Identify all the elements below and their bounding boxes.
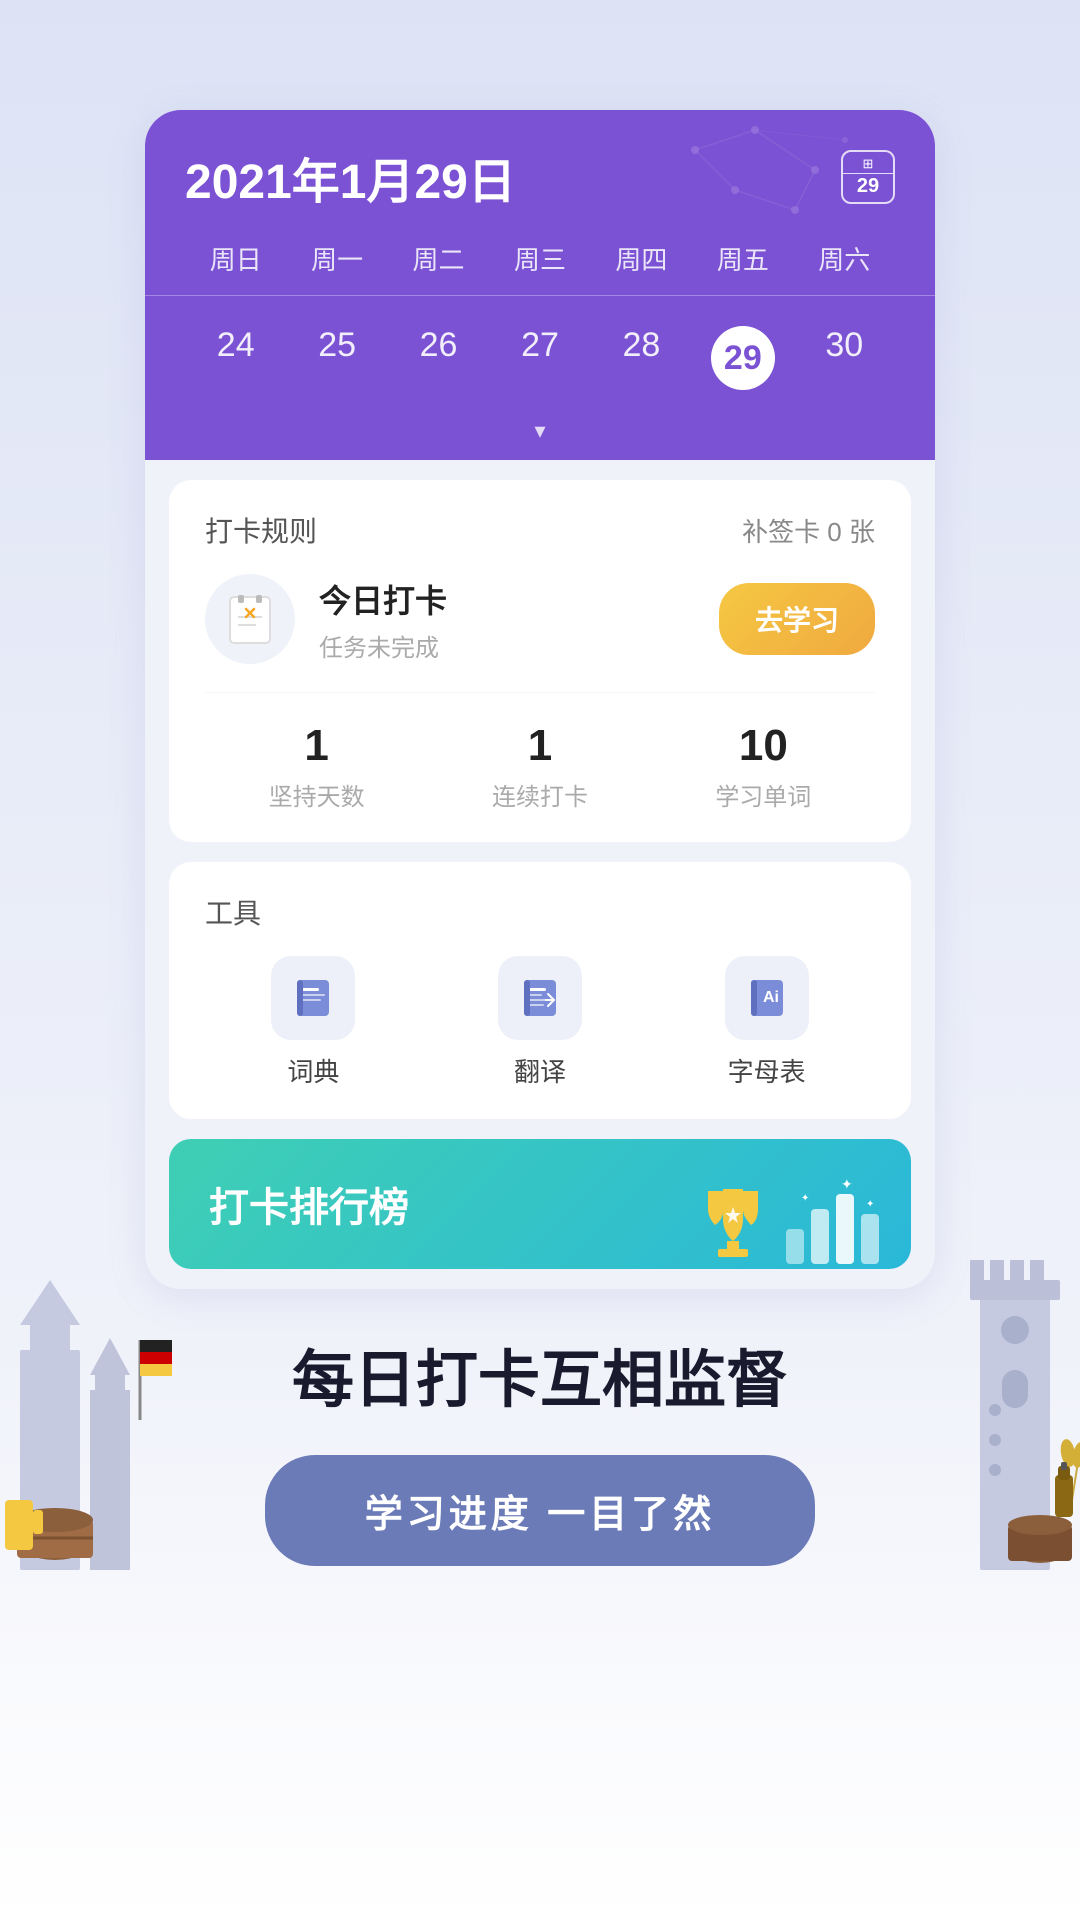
checkin-card-header: 打卡规则 补签卡 0 张: [205, 510, 875, 550]
bottom-cta-button[interactable]: 学习进度 一目了然: [265, 1455, 816, 1566]
ranking-decoration: ✦ ✦ ✦: [693, 1179, 881, 1269]
stat-label-3: 学习单词: [652, 777, 875, 812]
svg-text:Ai: Ai: [763, 989, 779, 1006]
translate-icon: [498, 956, 582, 1040]
calendar-dates: 24 25 26 27 28 29 30: [185, 296, 895, 410]
bottom-title: 每日打卡互相监督: [292, 1329, 788, 1419]
tool-dictionary-label: 词典: [287, 1052, 339, 1089]
stat-words: 10 学习单词: [652, 721, 875, 812]
weekday-wed: 周三: [489, 232, 590, 285]
date-26[interactable]: 26: [388, 314, 489, 402]
calendar-collapse-arrow[interactable]: ▾: [185, 410, 895, 460]
calendar-title: 2021年1月29日: [185, 142, 516, 212]
tool-translate-label: 翻译: [514, 1052, 566, 1089]
date-25[interactable]: 25: [286, 314, 387, 402]
svg-text:✦: ✦: [841, 1179, 853, 1192]
date-24[interactable]: 24: [185, 314, 286, 402]
ranking-banner[interactable]: 打卡排行榜: [169, 1139, 911, 1269]
date-27[interactable]: 27: [489, 314, 590, 402]
stats-row: 1 坚持天数 1 连续打卡 10 学习单词: [205, 692, 875, 812]
checkin-row: 今日打卡 任务未完成 去学习: [205, 574, 875, 664]
stat-label-1: 坚持天数: [205, 777, 428, 812]
tool-translate[interactable]: 翻译: [432, 956, 649, 1089]
go-study-button[interactable]: 去学习: [719, 583, 875, 655]
weekday-sun: 周日: [185, 232, 286, 285]
checkin-card: 打卡规则 补签卡 0 张: [169, 480, 911, 842]
tools-title: 工具: [205, 892, 875, 932]
phone-card: 2021年1月29日 ⊞ 29 周日 周一 周二 周三 周四 周五 周六 24 …: [145, 110, 935, 1289]
bottom-section: 每日打卡互相监督 学习进度 一目了然: [0, 1289, 1080, 1626]
date-30[interactable]: 30: [794, 314, 895, 402]
content-area: 打卡规则 补签卡 0 张: [145, 480, 935, 1269]
supplement-card-label: 补签卡 0 张: [742, 512, 875, 549]
checkin-sub-text: 任务未完成: [319, 628, 695, 663]
weekday-mon: 周一: [286, 232, 387, 285]
stat-label-2: 连续打卡: [428, 777, 651, 812]
stat-num-1: 1: [205, 721, 428, 771]
tool-alphabet-label: 字母表: [728, 1052, 806, 1089]
network-decoration: [655, 120, 855, 240]
checkin-rules-label: 打卡规则: [205, 510, 317, 550]
dictionary-icon: [271, 956, 355, 1040]
checkin-main-text: 今日打卡: [319, 576, 695, 622]
stat-consecutive: 1 连续打卡: [428, 721, 651, 812]
svg-text:✦: ✦: [866, 1199, 874, 1210]
calendar-header: 2021年1月29日 ⊞ 29 周日 周一 周二 周三 周四 周五 周六 24 …: [145, 110, 935, 460]
checkin-info: 今日打卡 任务未完成: [319, 576, 695, 663]
alphabet-icon: Ai: [725, 956, 809, 1040]
tools-grid: 词典: [205, 956, 875, 1089]
date-29-active[interactable]: 29: [692, 314, 793, 402]
calendar-icon-date: 29: [857, 174, 879, 198]
checkin-icon: [205, 574, 295, 664]
stat-persist-days: 1 坚持天数: [205, 721, 428, 812]
tool-alphabet[interactable]: Ai 字母表: [658, 956, 875, 1089]
date-28[interactable]: 28: [591, 314, 692, 402]
ranking-text: 打卡排行榜: [209, 1175, 409, 1233]
stat-num-2: 1: [428, 721, 651, 771]
active-date-bubble: 29: [711, 326, 775, 390]
svg-text:✦: ✦: [801, 1193, 809, 1204]
weekday-tue: 周二: [388, 232, 489, 285]
tools-card: 工具 词典: [169, 862, 911, 1119]
stat-num-3: 10: [652, 721, 875, 771]
tool-dictionary[interactable]: 词典: [205, 956, 422, 1089]
